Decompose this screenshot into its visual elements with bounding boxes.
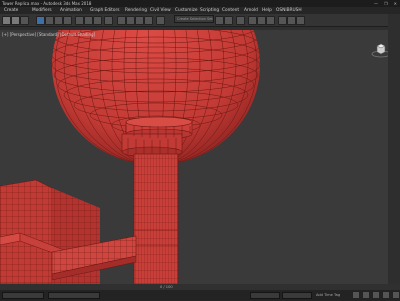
menu-osnibrush[interactable]: OSNIBRUSH <box>276 7 302 14</box>
close-button[interactable]: ✕ <box>394 0 397 7</box>
orbit-icon[interactable] <box>392 291 400 299</box>
wireframe-scene <box>0 30 260 284</box>
percent-snap-icon[interactable] <box>135 16 144 25</box>
menu-bar: Create Modifiers Animation Graph Editors… <box>0 7 400 14</box>
curve-editor-icon[interactable] <box>248 16 257 25</box>
menu-scripting[interactable]: Scripting <box>200 7 219 14</box>
menu-help[interactable]: Help <box>262 7 272 14</box>
undo-icon[interactable] <box>2 16 11 25</box>
y-coordinate-field[interactable] <box>282 292 312 299</box>
render-icon[interactable] <box>296 16 305 25</box>
menu-rendering[interactable]: Rendering <box>125 7 147 14</box>
maxscript-listener[interactable] <box>2 292 44 299</box>
pan-icon[interactable] <box>382 291 390 299</box>
render-setup-icon[interactable] <box>278 16 287 25</box>
key-mode-icon[interactable] <box>362 291 370 299</box>
zoom-icon[interactable] <box>372 291 380 299</box>
material-editor-icon[interactable] <box>266 16 275 25</box>
menu-content[interactable]: Content <box>222 7 239 14</box>
window-controls: — ❐ ✕ <box>374 0 397 7</box>
menu-create[interactable]: Create <box>4 7 18 14</box>
layers-icon[interactable] <box>236 16 245 25</box>
maximize-button[interactable]: ❐ <box>384 0 388 7</box>
collar-mesh <box>121 116 193 158</box>
add-time-tag[interactable]: Add Time Tag <box>316 293 340 297</box>
snap-icon[interactable] <box>117 16 126 25</box>
frame-counter: 0 / 100 <box>160 285 173 289</box>
menu-customize[interactable]: Customize <box>175 7 198 14</box>
menu-arnold[interactable]: Arnold <box>244 7 258 14</box>
prompt-line <box>48 292 100 299</box>
spinner-snap-icon[interactable] <box>144 16 153 25</box>
building-mesh <box>0 179 137 284</box>
select-icon[interactable] <box>36 16 45 25</box>
perspective-viewport[interactable]: [+] [Perspective] [Standard] [Default Sh… <box>0 30 400 284</box>
title-bar: Tower Replica.max - Autodesk 3ds Max 201… <box>0 0 400 7</box>
command-panel-strip <box>388 14 400 284</box>
link-icon[interactable] <box>20 16 29 25</box>
redo-icon[interactable] <box>11 16 20 25</box>
mirror-icon[interactable] <box>215 16 224 25</box>
render-frame-icon[interactable] <box>287 16 296 25</box>
column-mesh <box>133 153 179 284</box>
rotate-icon[interactable] <box>84 16 93 25</box>
play-icon[interactable] <box>352 291 360 299</box>
window-title: Tower Replica.max - Autodesk 3ds Max 201… <box>2 1 92 6</box>
align-icon[interactable] <box>224 16 233 25</box>
viewport-label[interactable]: [+] [Perspective] [Standard] [Default Sh… <box>2 32 95 37</box>
window-crossing-icon[interactable] <box>63 16 72 25</box>
menu-graph-editors[interactable]: Graph Editors <box>90 7 120 14</box>
minimize-button[interactable]: — <box>374 0 378 7</box>
select-by-name-icon[interactable] <box>45 16 54 25</box>
place-icon[interactable] <box>104 16 113 25</box>
move-icon[interactable] <box>75 16 84 25</box>
rect-select-icon[interactable] <box>54 16 63 25</box>
menu-animation[interactable]: Animation <box>60 7 82 14</box>
angle-snap-icon[interactable] <box>126 16 135 25</box>
named-selection-icon[interactable] <box>156 16 165 25</box>
menu-civil-view[interactable]: Civil View <box>150 7 171 14</box>
schematic-icon[interactable] <box>257 16 266 25</box>
scale-icon[interactable] <box>93 16 102 25</box>
selection-set-dropdown[interactable]: Create Selection Set <box>174 15 214 23</box>
menu-modifiers[interactable]: Modifiers <box>32 7 52 14</box>
x-coordinate-field[interactable] <box>250 292 280 299</box>
